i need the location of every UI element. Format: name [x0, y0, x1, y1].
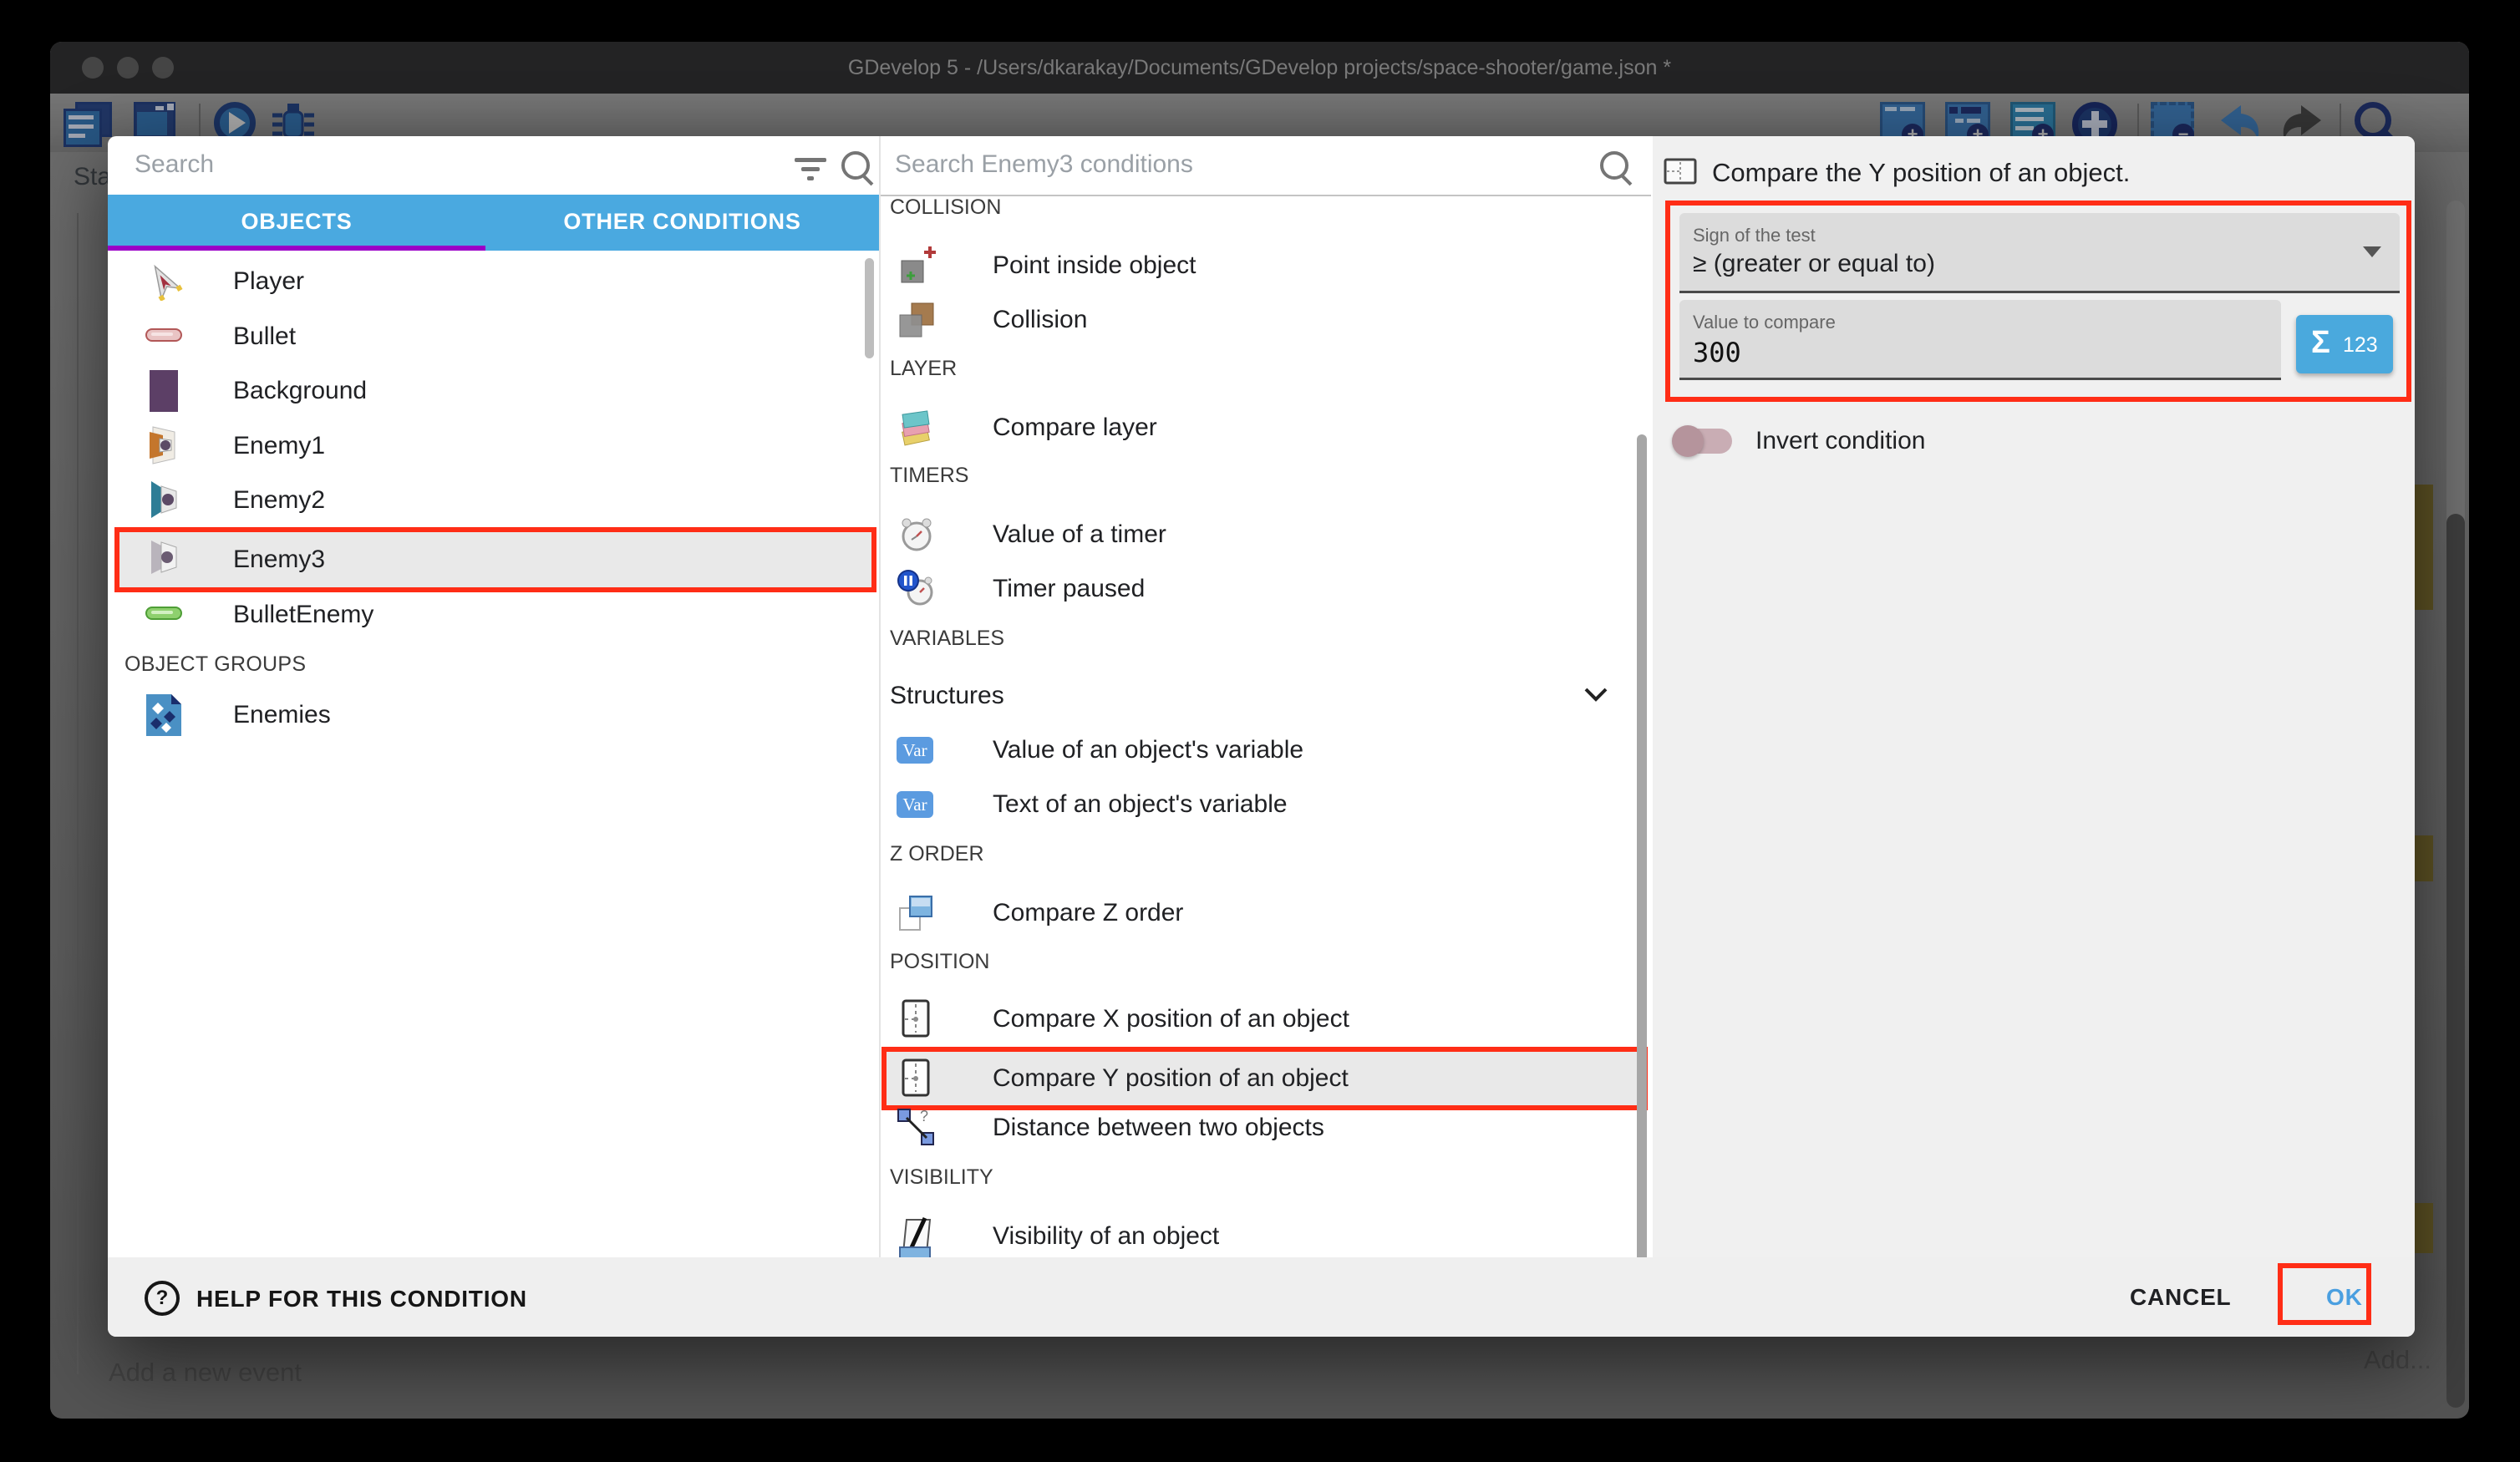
tab-objects[interactable]: OBJECTS [108, 195, 485, 246]
object-row-bulletenemy[interactable]: BulletEnemy [108, 587, 879, 642]
cancel-button[interactable]: CANCEL [2130, 1284, 2231, 1311]
help-icon: ? [145, 1281, 180, 1316]
variable-icon: Var [897, 791, 933, 818]
timer-icon [897, 515, 937, 555]
enemy2-ship-icon [145, 478, 183, 521]
annotation-parameter-fields [1665, 201, 2411, 402]
compare-z-order-icon [897, 893, 937, 933]
object-group-icon [146, 694, 181, 736]
bullet-icon [145, 322, 183, 348]
search-icon [841, 151, 880, 190]
compare-layer-icon [897, 408, 937, 448]
compare-y-position-icon [897, 1058, 937, 1099]
invert-condition-label: Invert condition [1755, 427, 1925, 455]
section-header: LAYER [890, 357, 957, 381]
condition-text-object-variable[interactable]: Var Text of an object's variable [881, 778, 1642, 831]
object-groups-header: OBJECT GROUPS [124, 652, 306, 677]
variable-icon: Var [897, 737, 933, 764]
enemy3-ship-icon [145, 536, 183, 579]
object-search-input[interactable] [133, 150, 771, 180]
object-row-background[interactable]: Background [108, 363, 879, 419]
distance-between-objects-icon: ? [897, 1108, 937, 1148]
object-search-row [133, 150, 768, 180]
group-row-enemies[interactable]: Enemies [108, 688, 879, 743]
condition-distance-objects[interactable]: ? Distance between two objects [881, 1101, 1642, 1155]
condition-title: Compare the Y position of an object. [1712, 158, 2130, 188]
condition-search-input[interactable] [893, 150, 1532, 180]
condition-timer-value[interactable]: Value of a timer [881, 508, 1642, 561]
condition-collision[interactable]: Collision [881, 293, 1642, 347]
condition-compare-x-position[interactable]: Compare X position of an object [881, 992, 1642, 1046]
section-header: Z ORDER [890, 842, 984, 866]
background-icon [150, 370, 178, 412]
compare-y-position-icon [1664, 158, 1697, 185]
active-tab-indicator [108, 246, 485, 251]
help-for-condition-button[interactable]: ? HELP FOR THIS CONDITION [145, 1281, 646, 1316]
object-row-player[interactable]: Player [108, 254, 879, 309]
object-row-enemy3[interactable]: Enemy3 [108, 532, 879, 587]
dialog-footer: ? HELP FOR THIS CONDITION CANCEL OK [108, 1257, 2415, 1337]
condition-editor-dialog: OBJECTS OTHER CONDITIONS Player [108, 136, 2415, 1337]
chevron-down-icon [1583, 686, 1608, 703]
svg-text:?: ? [920, 1108, 928, 1124]
app-window: GDevelop 5 - /Users/dkarakay/Documents/G… [50, 42, 2469, 1419]
condition-compare-layer[interactable]: Compare layer [881, 401, 1642, 454]
condition-point-inside[interactable]: Point inside object [881, 239, 1642, 292]
condition-timer-paused[interactable]: Timer paused [881, 562, 1642, 616]
section-header: TIMERS [890, 464, 968, 488]
screen: GDevelop 5 - /Users/dkarakay/Documents/G… [0, 0, 2520, 1462]
timer-paused-icon [897, 569, 937, 609]
enemy1-ship-icon [145, 424, 183, 467]
condition-compare-z-order[interactable]: Compare Z order [881, 886, 1642, 940]
condition-structures-group[interactable]: Structures [881, 669, 1642, 723]
point-inside-icon [897, 246, 937, 286]
object-row-enemy1[interactable]: Enemy1 [108, 419, 879, 474]
section-header: COLLISION [890, 195, 1001, 220]
invert-condition-toggle-knob[interactable] [1672, 425, 1704, 457]
section-header: POSITION [890, 950, 989, 974]
collision-icon [897, 300, 937, 340]
player-ship-icon [145, 262, 183, 301]
condition-search-row [893, 150, 1528, 180]
search-icon [1600, 151, 1639, 190]
section-header: VARIABLES [890, 627, 1004, 651]
filter-icon[interactable] [795, 158, 828, 183]
object-row-bullet[interactable]: Bullet [108, 309, 879, 364]
condition-list-scrollbar[interactable] [1637, 434, 1647, 1270]
bullet-enemy-icon [145, 601, 183, 626]
compare-x-position-icon [897, 999, 937, 1039]
condition-value-object-variable[interactable]: Var Value of an object's variable [881, 723, 1642, 777]
dialog-tabs: OBJECTS OTHER CONDITIONS [108, 195, 879, 251]
annotation-ok-button [2278, 1263, 2371, 1325]
clipped-condition-icon [897, 1246, 937, 1257]
object-list-scrollbar[interactable] [865, 258, 874, 358]
column-divider [879, 136, 881, 1257]
tab-other-conditions[interactable]: OTHER CONDITIONS [485, 195, 879, 246]
object-row-enemy2[interactable]: Enemy2 [108, 473, 879, 528]
condition-compare-y-position[interactable]: Compare Y position of an object [881, 1052, 1642, 1105]
condition-visibility[interactable]: Visibility of an object [881, 1210, 1642, 1263]
section-header: VISIBILITY [890, 1165, 993, 1190]
